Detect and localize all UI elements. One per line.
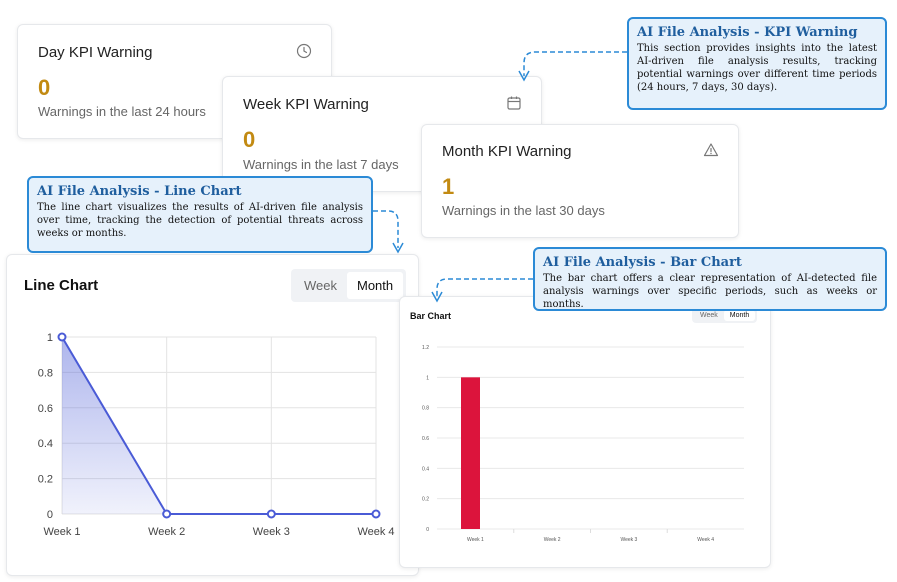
line-chart-y-tick: 1 bbox=[47, 332, 53, 344]
kpi-connector-arrow bbox=[523, 51, 627, 76]
month-kpi-title: Month KPI Warning bbox=[442, 143, 572, 160]
line-chart-point[interactable] bbox=[371, 509, 381, 519]
line-chart: 0 0.2 0.4 0.6 0.8 1 Week 1 Week 2 Week 3 Week 4 bbox=[38, 332, 395, 538]
bar-chart-x-tick: Week 2 bbox=[544, 537, 561, 543]
line-chart-x-tick: Week 1 bbox=[43, 526, 80, 538]
bar-callout-title: AI File Analysis - Bar Chart bbox=[543, 255, 742, 270]
bar-connector-arrow bbox=[436, 278, 533, 297]
bar-chart-y-tick: 0.6 bbox=[422, 436, 429, 442]
bar-callout: AI File Analysis - Bar Chart The bar cha… bbox=[533, 247, 887, 311]
line-chart-point[interactable] bbox=[162, 509, 172, 519]
bar-chart-panel: Bar Chart Week Month 0 0.2 0.4 0.6 0.8 1 1.2 We… bbox=[399, 296, 771, 568]
month-kpi-subtitle: Warnings in the last 30 days bbox=[442, 203, 605, 218]
kpi-callout-title: AI File Analysis - KPI Warning bbox=[637, 25, 858, 40]
bar-chart-x-tick: Week 3 bbox=[620, 537, 637, 543]
line-chart-y-tick: 0.2 bbox=[38, 474, 53, 486]
line-callout-body: The line chart visualizes the results of… bbox=[37, 202, 363, 239]
bar-chart: 0 0.2 0.4 0.6 0.8 1 1.2 Week 1 Week 2 Week 3 Week … bbox=[422, 345, 744, 543]
week-kpi-value: 0 bbox=[243, 127, 256, 152]
day-kpi-subtitle: Warnings in the last 24 hours bbox=[38, 104, 206, 119]
bar-chart-y-tick: 1 bbox=[426, 375, 429, 381]
line-chart-y-tick: 0.6 bbox=[38, 403, 53, 415]
line-connector-arrow bbox=[373, 210, 399, 248]
kpi-callout: AI File Analysis - KPI Warning This sect… bbox=[627, 17, 887, 110]
line-chart-y-tick: 0 bbox=[47, 509, 53, 521]
week-kpi-title: Week KPI Warning bbox=[243, 96, 369, 113]
bar-chart-y-tick: 0.4 bbox=[422, 466, 429, 472]
line-callout: AI File Analysis - Line Chart The line c… bbox=[27, 176, 373, 253]
clock-icon bbox=[296, 43, 312, 59]
line-chart-area bbox=[62, 337, 376, 514]
line-connector-arrowhead bbox=[392, 242, 404, 254]
bar-chart-y-tick: 0.2 bbox=[422, 497, 429, 503]
day-kpi-value: 0 bbox=[38, 75, 51, 100]
line-chart-x-tick: Week 3 bbox=[253, 526, 290, 538]
bar-chart-bar[interactable] bbox=[461, 377, 480, 529]
line-chart-point[interactable] bbox=[57, 332, 67, 342]
line-chart-y-tick: 0.4 bbox=[38, 438, 53, 450]
line-chart-x-tick: Week 4 bbox=[357, 526, 394, 538]
line-callout-title: AI File Analysis - Line Chart bbox=[37, 184, 242, 199]
kpi-callout-body: This section provides insights into the … bbox=[637, 43, 877, 93]
bar-chart-y-tick: 0.8 bbox=[422, 406, 429, 412]
bar-chart-y-tick: 1.2 bbox=[422, 345, 429, 351]
week-kpi-subtitle: Warnings in the last 7 days bbox=[243, 157, 399, 172]
line-chart-panel: Line Chart Week Month 0 0.2 0.4 0.6 0.8 1 Week… bbox=[6, 254, 419, 576]
bar-callout-body: The bar chart offers a clear representat… bbox=[543, 273, 877, 310]
month-kpi-value: 1 bbox=[442, 174, 455, 199]
line-chart-point[interactable] bbox=[266, 509, 276, 519]
line-chart-y-tick: 0.8 bbox=[38, 367, 53, 379]
calendar-icon bbox=[507, 96, 521, 110]
bar-chart-x-tick: Week 1 bbox=[467, 537, 484, 543]
bar-chart-x-tick: Week 4 bbox=[697, 537, 714, 543]
day-kpi-title: Day KPI Warning bbox=[38, 44, 153, 61]
line-chart-x-tick: Week 2 bbox=[148, 526, 185, 538]
month-kpi-card: Month KPI Warning 1 Warnings in the last… bbox=[421, 124, 739, 238]
bar-chart-y-tick: 0 bbox=[426, 527, 429, 533]
warning-triangle-icon bbox=[703, 143, 719, 157]
